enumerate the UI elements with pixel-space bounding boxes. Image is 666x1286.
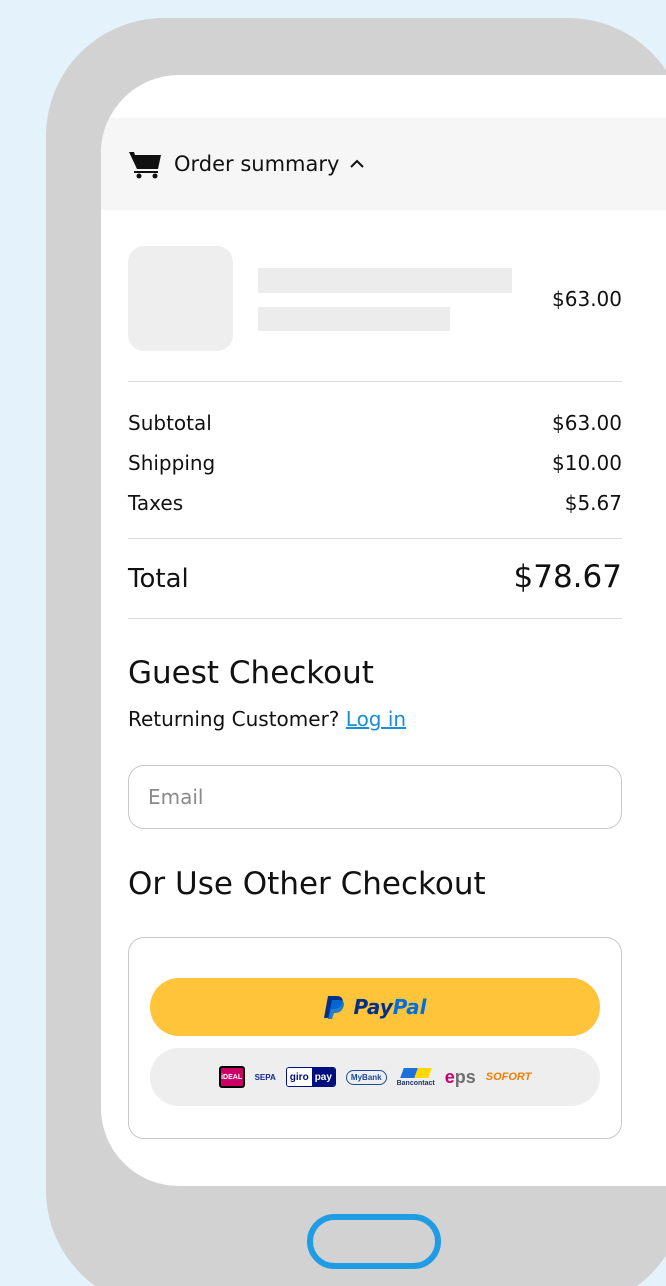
phone-screen: Order summary $63.00 Subtotal $63.00 Shi…	[101, 75, 666, 1186]
login-link[interactable]: Log in	[346, 707, 406, 731]
taxes-value: $5.67	[564, 491, 622, 515]
eps-e-text: e	[444, 1066, 455, 1087]
shipping-value: $10.00	[552, 451, 622, 475]
giropay-logo: giro pay	[285, 1067, 336, 1087]
shipping-row: Shipping $10.00	[128, 451, 622, 475]
paypal-icon	[324, 996, 345, 1019]
sepa-logo: SEPA	[254, 1072, 276, 1082]
bancontact-logo: Bancontact	[396, 1067, 435, 1087]
eps-ps-text: ps	[454, 1066, 476, 1087]
subtotal-label: Subtotal	[128, 411, 212, 435]
product-price: $63.00	[552, 287, 622, 311]
taxes-row: Taxes $5.67	[128, 491, 622, 515]
total-label: Total	[128, 564, 189, 594]
product-title-skeleton	[258, 268, 512, 293]
mybank-logo: MyBank	[345, 1069, 387, 1085]
divider	[128, 618, 622, 619]
home-button[interactable]	[307, 1214, 441, 1269]
giropay-giro-text: giro	[286, 1068, 312, 1086]
sofort-logo: SOFORT	[485, 1071, 532, 1083]
taxes-label: Taxes	[128, 491, 184, 515]
other-checkout-title: Or Use Other Checkout	[128, 866, 486, 902]
subtotal-value: $63.00	[552, 411, 622, 435]
cart-icon	[129, 152, 161, 179]
guest-checkout-title: Guest Checkout	[128, 655, 374, 691]
order-summary-label: Order summary	[174, 152, 340, 176]
eps-logo: e ps	[445, 1067, 476, 1088]
paypal-button[interactable]: Pay Pal	[150, 978, 600, 1036]
paypal-pay-text: Pay	[353, 995, 393, 1019]
bancontact-icon	[399, 1067, 432, 1078]
email-input[interactable]	[128, 765, 622, 829]
payment-options-box: Pay Pal iDEAL SEPA giro pay MyBank Bancont…	[128, 937, 622, 1139]
giropay-pay-text: pay	[311, 1068, 335, 1086]
alternative-payments-button[interactable]: iDEAL SEPA giro pay MyBank Bancontact e ps…	[150, 1048, 600, 1106]
divider	[128, 381, 622, 382]
chevron-up-icon	[350, 159, 365, 168]
order-summary-toggle[interactable]: Order summary	[101, 118, 666, 210]
returning-customer-label: Returning Customer?	[128, 707, 340, 731]
total-row: Total $78.67	[128, 559, 622, 595]
total-value: $78.67	[513, 559, 622, 595]
product-subtitle-skeleton	[258, 307, 450, 331]
bancontact-text: Bancontact	[396, 1079, 435, 1087]
subtotal-row: Subtotal $63.00	[128, 411, 622, 435]
product-thumbnail	[128, 246, 233, 351]
paypal-pal-text: Pal	[392, 995, 427, 1019]
ideal-logo: iDEAL	[218, 1066, 245, 1088]
divider	[128, 538, 622, 539]
shipping-label: Shipping	[128, 451, 216, 475]
returning-customer-text: Returning Customer? Log in	[128, 707, 406, 731]
